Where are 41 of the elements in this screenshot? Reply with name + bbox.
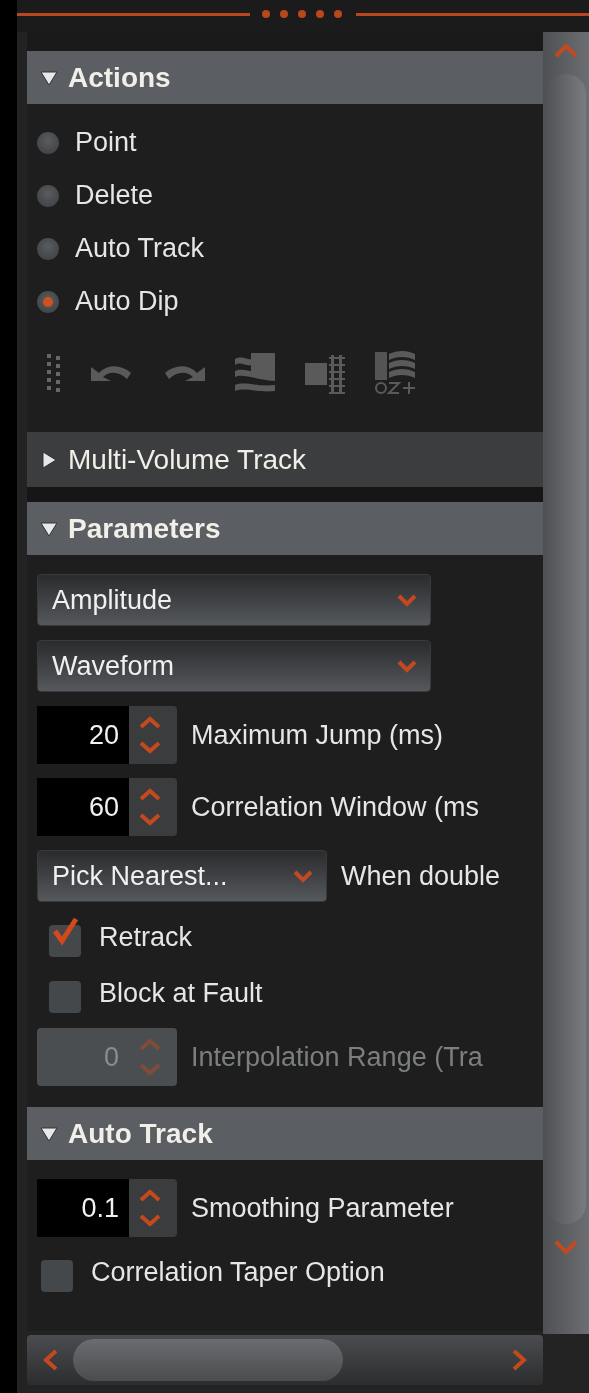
section-header[interactable]: Multi-Volume Track <box>27 432 543 487</box>
scroll-down-icon[interactable] <box>553 1238 579 1256</box>
number-spinner[interactable]: 0.1 <box>37 1179 177 1237</box>
expanded-triangle-icon <box>40 68 58 87</box>
number-spinner[interactable]: 60 <box>37 778 177 836</box>
checkbox-label[interactable]: Retrack <box>99 921 193 953</box>
radio-button[interactable] <box>37 184 59 207</box>
vertical-scrollbar[interactable] <box>543 32 589 1334</box>
ez-plus-icon[interactable] <box>373 350 417 396</box>
radio-label[interactable]: Auto Track <box>75 233 205 264</box>
radio-button[interactable] <box>37 131 59 154</box>
radio-label[interactable]: Point <box>75 127 137 158</box>
checkbox-label[interactable]: Correlation Taper Option <box>91 1256 385 1288</box>
field-label: Interpolation Range (Tra <box>191 1041 483 1073</box>
collapsed-triangle-icon <box>40 450 58 469</box>
field-label: Correlation Window (ms <box>191 791 480 823</box>
radio-label[interactable]: Auto Dip <box>75 286 179 317</box>
radio-button[interactable] <box>37 290 59 313</box>
checkbox[interactable] <box>49 917 81 957</box>
dotted-handle-icon <box>45 352 63 394</box>
dropdown-caption: When double <box>341 860 501 892</box>
expanded-triangle-icon <box>40 1124 58 1143</box>
section-header[interactable]: Auto Track <box>27 1107 543 1160</box>
radio-label[interactable]: Delete <box>75 180 154 211</box>
scrollbar-thumb[interactable] <box>73 1339 343 1382</box>
radio-button[interactable] <box>37 237 59 260</box>
section-header[interactable]: Actions <box>27 51 543 104</box>
field-label: Maximum Jump (ms) <box>191 719 443 751</box>
chevron-down-icon <box>396 659 418 673</box>
checkbox-label[interactable]: Block at Fault <box>99 977 263 1009</box>
dropdown[interactable]: Pick Nearest... <box>37 850 327 902</box>
field-label: Smoothing Parameter <box>191 1192 454 1224</box>
dropdown[interactable]: Waveform <box>37 640 431 692</box>
number-spinner[interactable]: 20 <box>37 706 177 764</box>
section-header[interactable]: Parameters <box>27 502 543 555</box>
chevron-down-icon <box>292 869 314 883</box>
dropdown[interactable]: Amplitude <box>37 574 431 626</box>
chevron-down-icon <box>396 593 418 607</box>
scroll-up-icon[interactable] <box>553 42 579 60</box>
horizontal-scrollbar[interactable] <box>27 1335 543 1385</box>
expanded-triangle-icon <box>40 519 58 538</box>
